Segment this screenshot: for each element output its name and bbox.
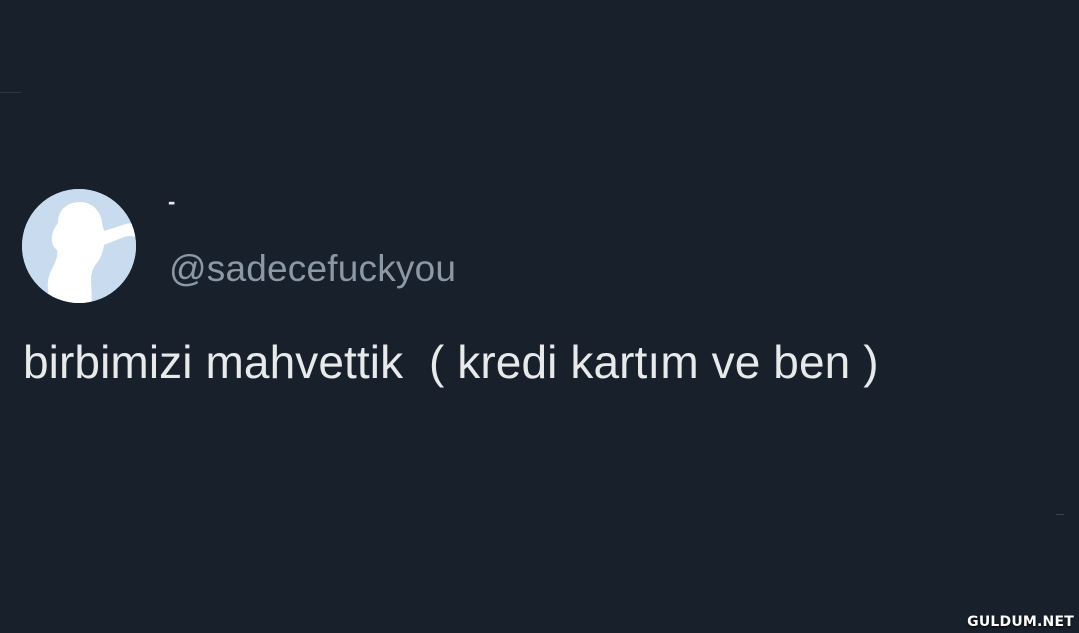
tweet-card: - @sadecefuckyou birbimizi mahvettik ( k… [0,0,1079,633]
tweet-text: birbimizi mahvettik ( kredi kartım ve be… [23,336,879,388]
watermark: GULDUM.NET [967,614,1074,630]
username-handle[interactable]: @sadecefuckyou [169,247,456,291]
person-silhouette-pointing-icon [22,189,136,303]
divider [0,92,21,93]
avatar[interactable] [22,189,136,303]
scroll-indicator [1056,514,1064,515]
display-name[interactable]: - [168,190,175,214]
